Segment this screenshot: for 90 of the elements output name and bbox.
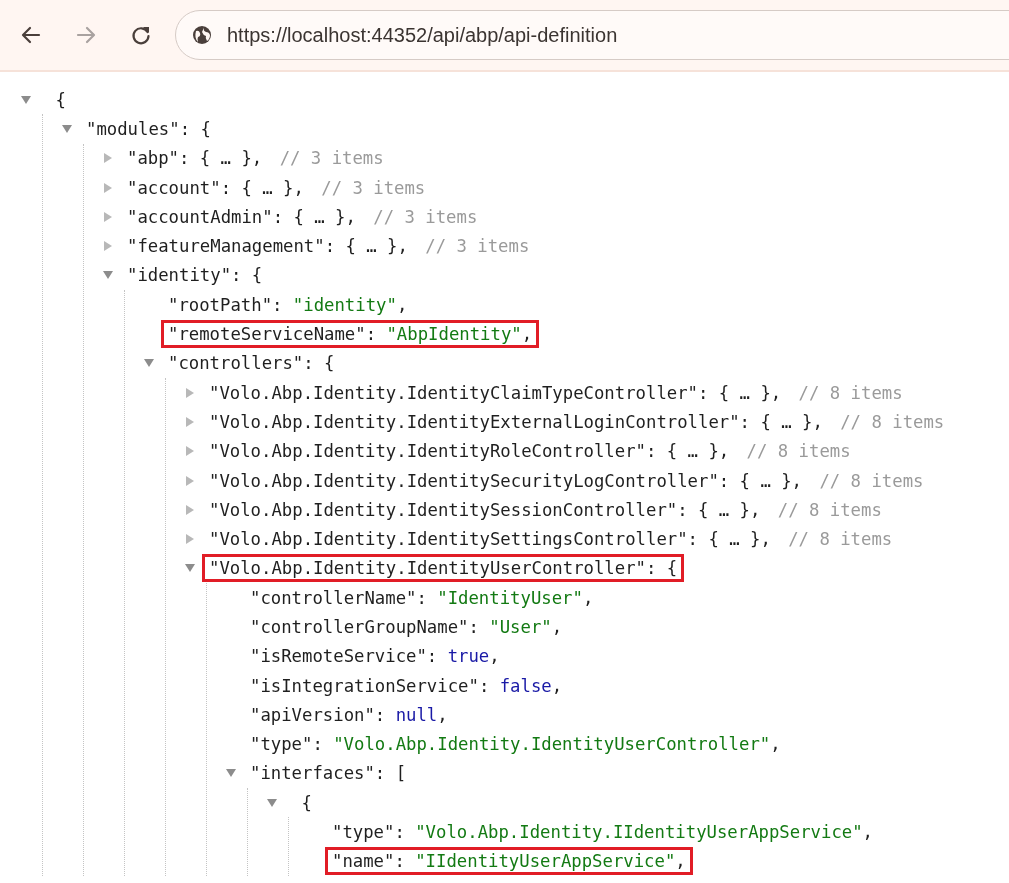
caret-right-icon[interactable] xyxy=(102,152,114,165)
json-key: "Volo.Abp.Identity.IdentitySettingsController": xyxy=(209,529,698,550)
json-key: "isIntegrationService": xyxy=(250,675,490,696)
collapsed-value: { … }, xyxy=(739,470,803,491)
open-bracket: { xyxy=(200,118,211,139)
json-value: "identity" xyxy=(292,294,397,315)
json-punctuation: , xyxy=(551,617,563,637)
json-punctuation: , xyxy=(675,851,686,872)
globe-icon xyxy=(192,25,212,45)
open-bracket: { xyxy=(251,265,263,286)
collapsed-value: { … }, xyxy=(697,499,761,520)
open-bracket: [ xyxy=(395,763,407,784)
collapsed-value: { … }, xyxy=(293,206,356,227)
collapsed-value: { … }, xyxy=(760,411,823,432)
json-key: "Volo.Abp.Identity.IdentityUserController": xyxy=(209,558,657,579)
json-key: "account": xyxy=(127,177,232,198)
back-arrow-icon[interactable] xyxy=(20,24,42,46)
open-bracket: { xyxy=(666,558,678,579)
json-punctuation: , xyxy=(437,704,448,725)
json-value: "IIdentityUserAppService" xyxy=(415,851,676,872)
item-count-comment: // 8 items xyxy=(819,470,924,491)
item-count-comment: // 8 items xyxy=(788,529,893,550)
json-punctuation: , xyxy=(489,646,500,667)
json-key: "controllerName": xyxy=(250,587,427,608)
item-count-comment: // 8 items xyxy=(798,382,903,403)
json-key: "apiVersion": xyxy=(250,704,386,725)
caret-right-icon[interactable] xyxy=(184,415,196,428)
item-count-comment: // 3 items xyxy=(373,206,478,227)
json-key: "controllerGroupName": xyxy=(250,617,479,637)
json-key: "type": xyxy=(250,734,323,755)
collapsed-value: { … }, xyxy=(241,177,304,198)
json-value: "Volo.Abp.Identity.IIdentityUserAppService" xyxy=(415,822,863,843)
address-bar[interactable]: https://localhost:44352/api/abp/api-definition xyxy=(175,10,1009,60)
json-value: null xyxy=(395,704,438,725)
json-key: "featureManagement": xyxy=(127,236,336,257)
json-key: "remoteServiceName": xyxy=(168,324,377,344)
caret-down-icon[interactable] xyxy=(20,93,32,106)
json-punctuation: , xyxy=(396,294,408,315)
json-value: "AbpIdentity" xyxy=(386,324,522,344)
item-count-comment: // 8 items xyxy=(840,411,945,432)
json-punctuation: , xyxy=(770,734,781,755)
caret-right-icon[interactable] xyxy=(184,503,196,516)
caret-down-icon[interactable] xyxy=(61,122,73,135)
json-key: "name": xyxy=(332,851,405,872)
json-key: "Volo.Abp.Identity.IdentitySessionController": xyxy=(209,499,688,520)
open-bracket: { xyxy=(55,89,66,110)
json-key: "accountAdmin": xyxy=(127,206,284,227)
collapsed-value: { … }, xyxy=(345,236,408,257)
collapsed-value: { … }, xyxy=(199,148,263,169)
json-punctuation: , xyxy=(551,675,563,696)
caret-right-icon[interactable] xyxy=(184,386,196,399)
json-key: "Volo.Abp.Identity.IdentityRoleController": xyxy=(209,441,657,462)
collapsed-value: { … }, xyxy=(708,529,771,550)
open-bracket: { xyxy=(324,353,335,374)
item-count-comment: // 3 items xyxy=(425,236,530,257)
caret-down-icon[interactable] xyxy=(266,796,278,809)
caret-right-icon[interactable] xyxy=(102,240,114,253)
item-count-comment: // 3 items xyxy=(279,148,384,169)
json-punctuation: , xyxy=(521,324,533,344)
json-value: true xyxy=(447,646,490,667)
json-value: "User" xyxy=(489,617,552,637)
caret-right-icon[interactable] xyxy=(184,533,196,546)
json-value: "IdentityUser" xyxy=(437,587,583,608)
url-text: https://localhost:44352/api/abp/api-definition xyxy=(227,23,618,47)
json-key: "Volo.Abp.Identity.IdentityExternalLoginController": xyxy=(209,411,751,432)
caret-right-icon[interactable] xyxy=(184,445,196,458)
open-bracket: { xyxy=(301,792,312,813)
item-count-comment: // 8 items xyxy=(777,499,882,520)
collapsed-value: { … }, xyxy=(718,382,782,403)
item-count-comment: // 8 items xyxy=(746,441,851,462)
json-key: "interfaces": xyxy=(250,763,386,784)
json-key: "type": xyxy=(332,822,405,843)
json-punctuation: , xyxy=(862,822,873,843)
caret-right-icon[interactable] xyxy=(102,210,114,223)
json-key: "identity": xyxy=(127,265,242,286)
collapsed-value: { … }, xyxy=(666,441,730,462)
json-value: false xyxy=(499,675,552,696)
caret-right-icon[interactable] xyxy=(184,474,196,487)
json-key: "modules": xyxy=(86,118,191,139)
json-key: "rootPath": xyxy=(168,294,283,315)
json-key: "isRemoteService": xyxy=(250,646,438,667)
caret-right-icon[interactable] xyxy=(102,181,114,194)
json-key: "abp": xyxy=(127,148,190,169)
reload-icon[interactable] xyxy=(130,24,152,46)
json-value: "Volo.Abp.Identity.IdentityUserController" xyxy=(333,734,771,755)
json-key: "Volo.Abp.Identity.IdentitySecurityLogController": xyxy=(209,470,730,491)
json-key: "controllers": xyxy=(168,353,314,374)
json-key: "Volo.Abp.Identity.IdentityClaimTypeController": xyxy=(209,382,709,403)
json-punctuation: , xyxy=(582,587,594,608)
item-count-comment: // 3 items xyxy=(321,177,426,198)
